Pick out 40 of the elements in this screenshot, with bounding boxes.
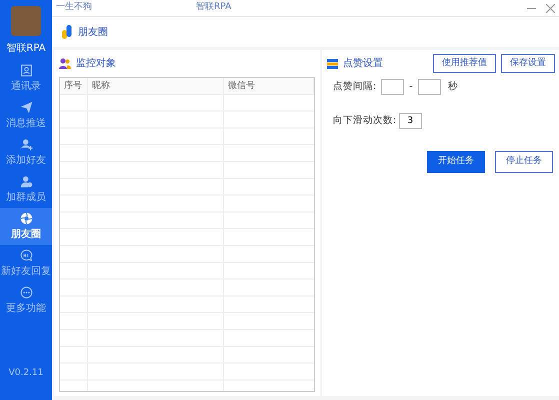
sidebar-item[interactable]: 通讯录 bbox=[0, 60, 52, 97]
field-label: 点赞间隔: bbox=[333, 80, 376, 94]
sidebar-item[interactable]: 添加好友 bbox=[0, 134, 52, 171]
users-icon bbox=[59, 58, 71, 69]
app-name: 智联RPA bbox=[6, 42, 46, 56]
column-header: 序号 bbox=[60, 78, 88, 95]
column-header: 微信号 bbox=[224, 78, 314, 95]
input-field[interactable]: 3 bbox=[398, 113, 422, 129]
task-button[interactable]: 开始任务 bbox=[427, 151, 485, 172]
input-field[interactable] bbox=[418, 79, 441, 95]
input-field[interactable] bbox=[381, 79, 404, 95]
close-icon[interactable] bbox=[546, 4, 555, 12]
sidebar-item[interactable]: 更多功能 bbox=[0, 282, 52, 319]
user-name: 一生不狗 bbox=[56, 1, 93, 14]
add-user-icon bbox=[20, 138, 32, 151]
sidebar-item[interactable]: 新好友回复 bbox=[0, 245, 52, 282]
logo-icon bbox=[62, 24, 72, 40]
sidebar-item[interactable]: 消息推送 bbox=[0, 97, 52, 134]
chat-bubble-icon bbox=[20, 249, 32, 262]
field-label: 向下滑动次数: bbox=[333, 114, 396, 128]
more-icon bbox=[20, 286, 32, 299]
paper-plane-icon bbox=[20, 101, 32, 114]
panel-title: 点赞设置 bbox=[343, 56, 383, 71]
task-button[interactable]: 停止任务 bbox=[495, 151, 553, 172]
aperture-icon bbox=[20, 212, 32, 225]
settings-button[interactable]: 使用推荐值 bbox=[433, 54, 496, 74]
user-group-icon bbox=[20, 175, 32, 188]
version-label: V0.2.11 bbox=[8, 366, 44, 380]
avatar-photo-placeholder bbox=[11, 6, 41, 36]
page-title: 朋友圈 bbox=[78, 26, 108, 40]
panel-title: 监控对象 bbox=[76, 56, 116, 71]
contact-card-icon bbox=[20, 64, 32, 77]
window-title: 智联RPA bbox=[196, 1, 232, 14]
settings-button[interactable]: 保存设置 bbox=[501, 54, 555, 74]
column-header: 昵称 bbox=[88, 78, 224, 95]
unit-label: 秒 bbox=[448, 80, 458, 94]
sidebar-item[interactable]: 朋友圈 bbox=[0, 208, 52, 245]
separator-label: - bbox=[409, 80, 413, 94]
settings-list-icon bbox=[327, 58, 338, 68]
sidebar-item[interactable]: 加群成员 bbox=[0, 171, 52, 208]
